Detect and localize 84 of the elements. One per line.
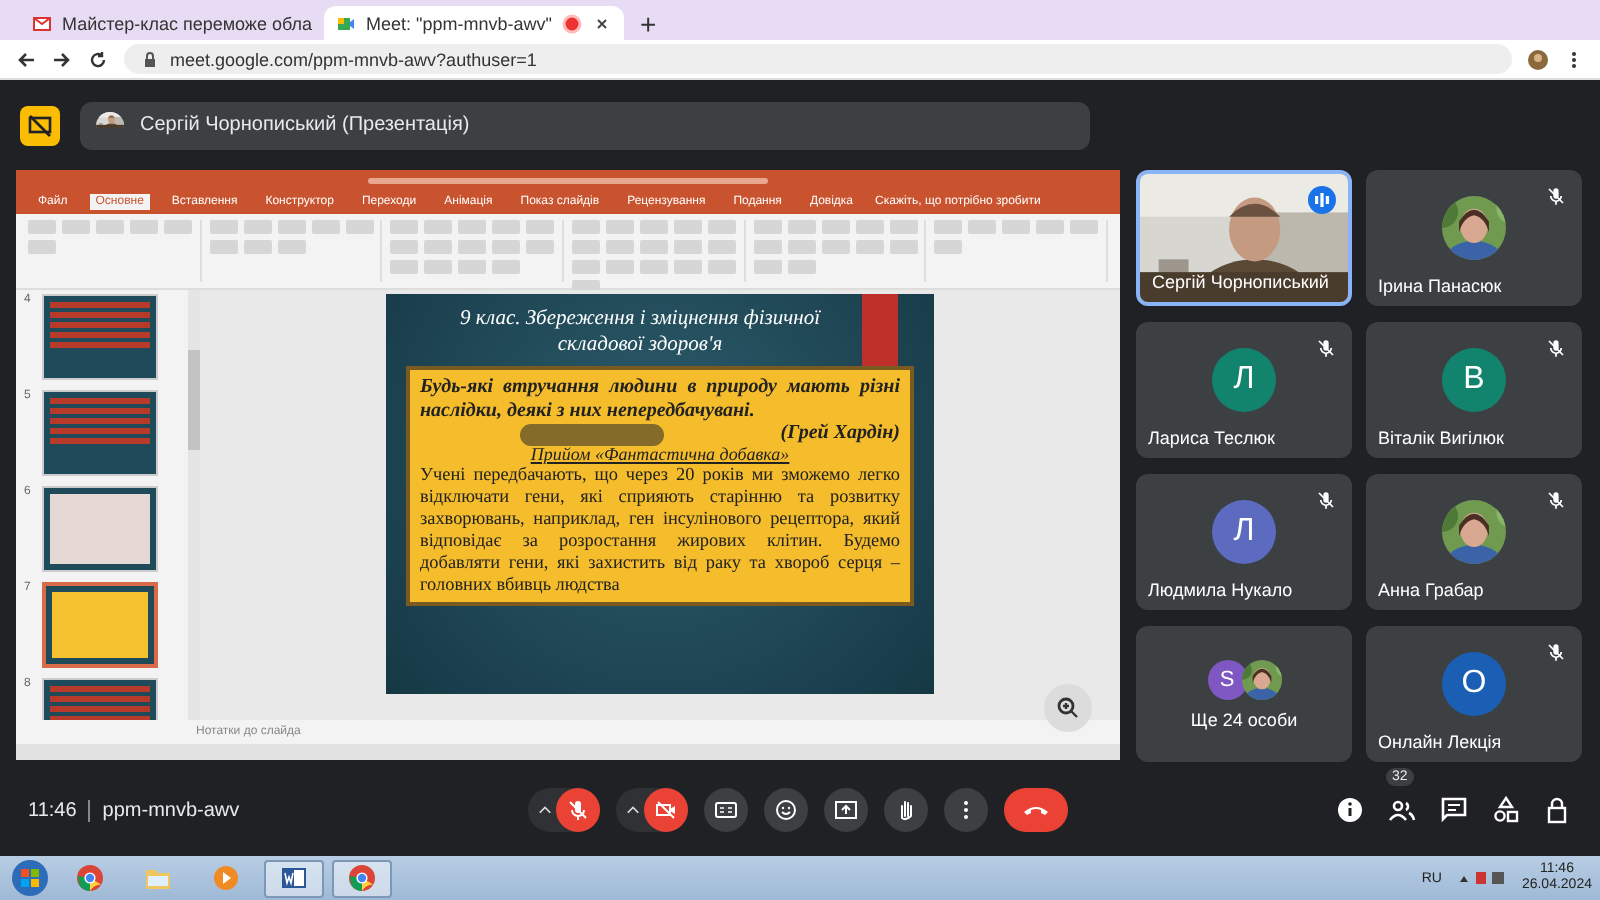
caret-icon[interactable] [626,803,640,817]
avatar: О [1442,652,1506,716]
reload-icon[interactable] [88,49,108,69]
present-button[interactable] [824,788,868,832]
microphone-button[interactable] [556,788,600,832]
participant-tile[interactable]: S Ще 24 особи [1136,626,1352,762]
participant-tile[interactable]: Сергій Чорнописький [1136,170,1352,306]
participant-name: Ірина Панасюк [1378,276,1502,296]
close-icon[interactable] [592,13,612,33]
info-button[interactable] [1336,796,1364,824]
caret-icon[interactable] [538,803,552,817]
start-button[interactable] [8,858,52,898]
taskbar-app[interactable] [264,859,324,897]
chrome-icon[interactable] [348,864,376,892]
slide-thumbnail[interactable] [42,582,158,668]
lock-icon [1544,796,1572,824]
presentation-off-icon [28,113,52,137]
presenter-name: Сергій Чорнописький (Презентація) [140,114,470,136]
participant-tile[interactable]: Анна Грабар [1366,474,1582,610]
participant-name: Ще 24 особи [1190,709,1298,729]
slide-thumbnail[interactable] [42,486,158,572]
lock-icon [140,49,160,69]
activities-button[interactable] [1492,796,1520,824]
leave-call-button[interactable] [1004,788,1068,832]
participant-name: Людмила Нукало [1148,580,1293,600]
participant-name: Лариса Теслюк [1148,428,1275,448]
people-icon [1388,796,1416,824]
participant-name: Віталік Вигілюк [1378,428,1504,448]
slide-heading: Прийом «Фантастична добавка» [528,444,792,464]
address-bar[interactable]: meet.google.com/ppm-mnvb-awv?authuser=1 [124,44,1512,74]
present-icon [834,798,858,822]
avatar: Л [1212,348,1276,412]
reactions-button[interactable] [764,788,808,832]
forward-icon[interactable] [52,49,72,69]
participant-name: Онлайн Лекція [1378,732,1502,752]
slide-thumbnail[interactable] [42,390,158,476]
camera-icon [654,798,678,822]
chat-button[interactable] [1440,796,1468,824]
slide-paragraph: Учені передбачають, що через 20 років ми зможемо легко відключати гени, які сприяють старінню та розвитку захворювань, наприклад, ген інсулінового рецептора, який відповідає за розростання жирових клітин. Будемо добавляти гени, які захистить від раку та хвороб серця – головних вбивць людства [420,464,900,596]
avatar: S [1207,659,1247,699]
host-controls-button[interactable] [1544,796,1572,824]
slide-title: 9 клас. Збереження і зміцнення фізичної складової здоров'я [457,306,823,358]
smiley-icon [774,798,798,822]
avatar: В [1442,348,1506,412]
chat-icon [1440,796,1468,824]
taskbar-app[interactable] [332,859,392,897]
camera-icon [336,13,356,33]
profile-avatar[interactable] [1528,49,1548,69]
participant-tile[interactable]: О Онлайн Лекція [1366,626,1582,762]
meeting-time: 11:46 [28,799,77,821]
phone-icon [1022,802,1050,818]
zoom-icon [1056,696,1080,720]
captions-icon [714,798,738,822]
participant-tile[interactable]: В Віталік Вигілюк [1366,322,1582,458]
back-icon[interactable] [16,49,36,69]
participant-tile[interactable]: Л Лариса Теслюк [1136,322,1352,458]
quote-author: (Грей Хардін) [780,422,900,444]
microphone-icon [566,798,590,822]
mail-icon [32,13,52,33]
accent-bar [862,294,898,370]
info-icon [1336,796,1364,824]
meeting-code: ppm-mnvb-awv [88,799,240,821]
slide-thumbnail[interactable] [42,294,158,380]
participant-tile[interactable]: Ірина Панасюк [1366,170,1582,306]
avatar: Л [1212,500,1276,564]
more-options-button[interactable] [944,788,988,832]
new-tab-button[interactable]: + [628,6,669,40]
document-icon[interactable] [280,864,308,892]
speaking-icon [1308,186,1336,214]
chrome-icon[interactable] [76,864,104,892]
scrollbar[interactable] [188,290,200,720]
screen-share-overlay[interactable] [520,424,664,446]
url-text: meet.google.com/ppm-mnvb-awv?authuser=1 [170,49,537,69]
participant-name: Сергій Чорнописький [1152,272,1329,292]
tray-icons-drawing[interactable] [1457,870,1506,886]
browser-tab[interactable]: Meet: "ppm-mnvb-awv" [324,6,624,40]
participant-name: Анна Грабар [1378,580,1484,600]
camera-button[interactable] [644,788,688,832]
shapes-icon [1492,796,1520,824]
participant-tile[interactable]: Л Людмила Нукало [1136,474,1352,610]
raise-hand-button[interactable] [884,788,928,832]
quote-text: Будь-які втручання людини в природу мають різні наслідки, деякі з них непередбачувані. [420,376,900,422]
presentation-off-button[interactable] [20,105,60,145]
captions-button[interactable] [704,788,748,832]
